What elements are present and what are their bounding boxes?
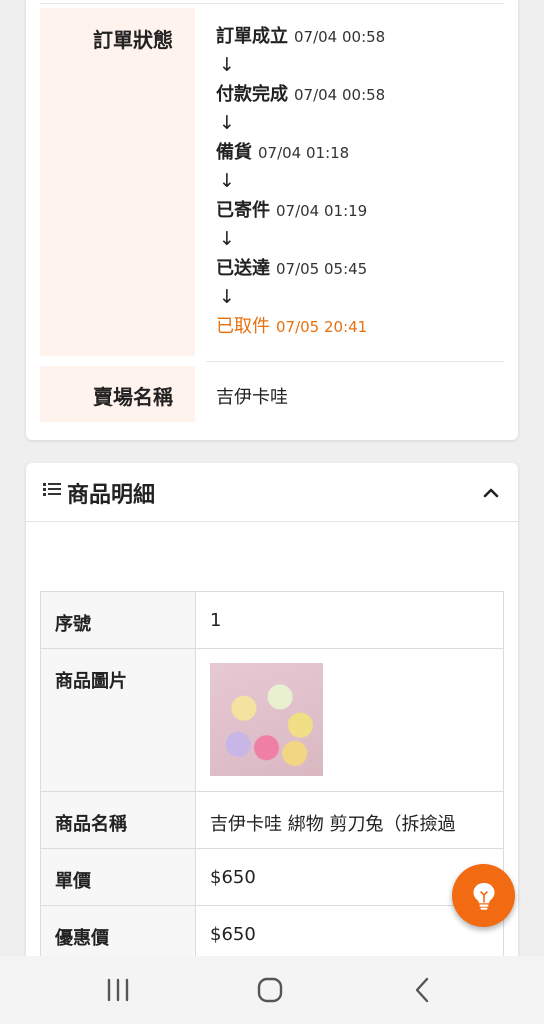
section-title: 商品明細 <box>67 483 156 508</box>
divider <box>40 3 504 4</box>
chevron-up-icon[interactable] <box>482 484 500 502</box>
status-step: 備貨 07/04 01:18 ↓ <box>216 138 385 196</box>
product-image[interactable] <box>210 663 323 776</box>
status-label: 訂單狀態 <box>93 28 173 52</box>
venue-label: 賣場名稱 <box>93 385 173 409</box>
table-row: 商品名稱 吉伊卡哇 綁物 剪刀兔（拆撿過 <box>40 791 504 849</box>
step-name: 付款完成 <box>216 84 288 105</box>
order-info-card: 訂單狀態 訂單成立 07/04 00:58 ↓ 付款完成 07/04 00:58 ↓… <box>26 0 518 440</box>
product-detail-header[interactable]: 商品明細 <box>26 463 518 522</box>
arrow-down-icon: ↓ <box>219 228 235 250</box>
row-label: 商品名稱 <box>40 791 196 849</box>
row-label: 序號 <box>40 591 196 649</box>
arrow-down-icon: ↓ <box>219 286 235 308</box>
table-row: 序號 1 <box>40 591 504 649</box>
table-row: 單價 $650 <box>40 848 504 906</box>
back-icon[interactable] <box>402 976 442 1004</box>
step-time: 07/04 01:19 <box>276 202 368 220</box>
product-detail-card: 商品明細 序號 1 商品圖片 商品名稱 吉伊卡哇 綁物 剪刀兔（拆撿過 單價 $… <box>26 463 518 1023</box>
status-label-cell: 訂單狀態 <box>40 8 195 356</box>
list-icon <box>43 482 61 498</box>
step-time: 07/05 20:41 <box>276 318 368 336</box>
step-name: 備貨 <box>216 142 252 163</box>
lightbulb-icon <box>473 882 494 910</box>
venue-label-cell: 賣場名稱 <box>40 366 195 422</box>
table-row: 商品圖片 <box>40 648 504 792</box>
venue-value: 吉伊卡哇 <box>216 387 288 408</box>
status-step: 已送達 07/05 05:45 ↓ <box>216 254 385 312</box>
status-step: 訂單成立 07/04 00:58 ↓ <box>216 22 385 80</box>
row-value: 吉伊卡哇 綁物 剪刀兔（拆撿過 <box>195 791 504 849</box>
status-timeline: 訂單成立 07/04 00:58 ↓ 付款完成 07/04 00:58 ↓ 備貨 07… <box>216 22 385 370</box>
step-time: 07/05 05:45 <box>276 260 368 278</box>
home-icon[interactable] <box>250 976 290 1004</box>
system-nav-bar <box>0 956 544 1024</box>
arrow-down-icon: ↓ <box>219 112 235 134</box>
status-step: 已寄件 07/04 01:19 ↓ <box>216 196 385 254</box>
recent-apps-icon[interactable] <box>98 976 138 1004</box>
step-time: 07/04 01:18 <box>258 144 350 162</box>
row-value: 1 <box>195 591 504 649</box>
step-time: 07/04 00:58 <box>294 86 386 104</box>
row-label: 商品圖片 <box>40 648 196 792</box>
divider <box>206 361 504 362</box>
arrow-down-icon: ↓ <box>219 54 235 76</box>
row-value <box>195 648 504 792</box>
product-detail-table: 序號 1 商品圖片 商品名稱 吉伊卡哇 綁物 剪刀兔（拆撿過 單價 $650 優… <box>40 591 504 963</box>
table-row: 優惠價 $650 <box>40 905 504 963</box>
row-label: 單價 <box>40 848 196 906</box>
step-name: 已送達 <box>216 258 270 279</box>
step-name: 已寄件 <box>216 200 270 221</box>
status-step: 付款完成 07/04 00:58 ↓ <box>216 80 385 138</box>
row-label: 優惠價 <box>40 905 196 963</box>
lightbulb-fab-button[interactable] <box>452 864 515 927</box>
step-time: 07/04 00:58 <box>294 28 386 46</box>
step-name: 已取件 <box>216 316 270 337</box>
step-name: 訂單成立 <box>216 26 288 47</box>
arrow-down-icon: ↓ <box>219 170 235 192</box>
